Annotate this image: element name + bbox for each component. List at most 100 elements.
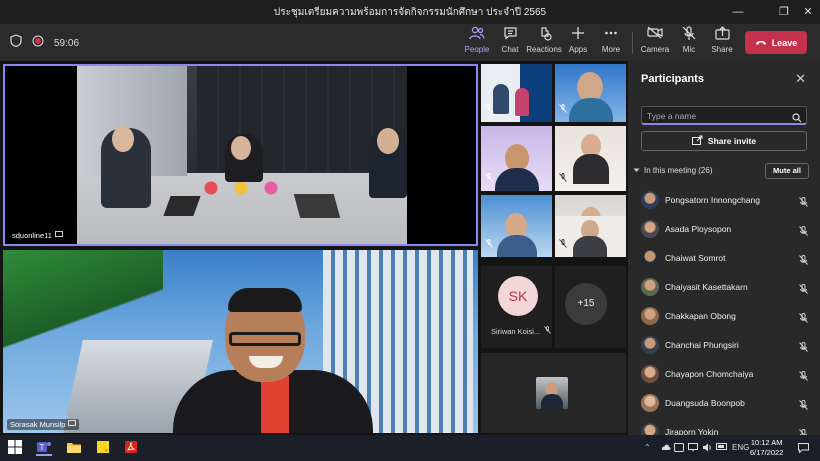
leave-button[interactable]: Leave (745, 31, 807, 54)
chat-label: Chat (501, 45, 519, 54)
camera-button[interactable]: Camera (637, 26, 673, 60)
mic-off-icon (671, 26, 707, 44)
self-video (536, 377, 568, 409)
share-invite-icon (691, 135, 703, 147)
list-item[interactable]: Chaiwat Somrot (628, 245, 820, 274)
sticky-notes-icon[interactable] (96, 440, 112, 456)
mic-off-icon[interactable] (799, 368, 808, 386)
mic-off-icon[interactable] (799, 339, 808, 357)
share-button[interactable]: Share (704, 26, 740, 60)
shield-icon[interactable] (10, 34, 22, 52)
more-icon (593, 26, 629, 44)
mic-button[interactable]: Mic (671, 26, 707, 60)
video-tile-small[interactable] (481, 126, 552, 191)
mic-off-icon[interactable] (799, 310, 808, 328)
avatar (641, 220, 659, 238)
participant-name: Chanchai Phungsiri (665, 340, 739, 350)
reactions-button[interactable]: Reactions (526, 26, 562, 60)
teams-tray-icon[interactable] (674, 443, 684, 454)
video-tile-small[interactable] (481, 195, 552, 257)
file-explorer-icon[interactable] (66, 440, 82, 456)
windows-start-icon[interactable] (8, 440, 24, 456)
list-item[interactable]: Pongsatorn Innongchang (628, 187, 820, 216)
video-tile-small[interactable] (555, 64, 626, 122)
more-label: More (601, 45, 621, 54)
search-icon[interactable] (792, 110, 802, 128)
participant-name: Chaiyasit Kasettakarn (665, 282, 748, 292)
speaker-shirt (261, 376, 289, 433)
camera-off-icon (637, 26, 673, 44)
network-icon[interactable] (688, 443, 698, 454)
mute-all-button[interactable]: Mute all (765, 163, 809, 179)
video-tile-small[interactable] (555, 126, 626, 191)
mic-off-icon[interactable] (799, 223, 808, 241)
apps-icon (560, 26, 596, 44)
self-view-tile[interactable] (481, 353, 626, 433)
close-icon[interactable]: ✕ (794, 3, 820, 21)
window-title: ประชุมเตรียมความพร้อมการจัดกิจกรรมนักศึก… (273, 7, 547, 18)
video-tile-sduonline11[interactable]: sduonline11 (3, 64, 478, 246)
in-meeting-header[interactable]: In this meeting (26) (633, 166, 712, 175)
taskbar: T ⌃ ENG 10:12 AM 6/17/2022 (0, 435, 820, 461)
avatar-tile[interactable]: SK Siriwan Koisi... (481, 266, 552, 348)
share-label: Share (711, 45, 733, 54)
volume-icon[interactable] (702, 443, 712, 454)
list-item[interactable]: Asada Ploysopon (628, 216, 820, 245)
participant-name: Duangsuda Boonpob (665, 398, 745, 408)
phone-hangup-icon (755, 38, 767, 48)
screen-share-icon (55, 231, 63, 240)
close-panel-icon[interactable]: ✕ (795, 71, 806, 87)
battery-icon[interactable] (716, 443, 728, 452)
reactions-icon (526, 26, 562, 44)
more-button[interactable]: More (593, 26, 629, 60)
reactions-label: Reactions (526, 45, 562, 54)
video-tile-small[interactable] (555, 216, 626, 257)
notification-icon[interactable] (798, 443, 809, 455)
participant-name: Chaiwat Somrot (665, 253, 726, 263)
participants-panel: Participants ✕ Share invite In this meet… (628, 61, 820, 441)
mic-off-icon[interactable] (799, 281, 808, 299)
chevron-up-icon[interactable]: ⌃ (644, 443, 651, 452)
mic-label: Mic (682, 45, 696, 54)
language-indicator[interactable]: ENG (732, 443, 749, 452)
mic-off-icon (559, 169, 567, 187)
avatar (641, 365, 659, 383)
list-item[interactable]: Duangsuda Boonpob (628, 390, 820, 419)
panel-title: Participants (641, 73, 704, 85)
acrobat-icon[interactable] (124, 440, 140, 456)
participant-name-tag: Sorasak Munsilp (7, 419, 80, 430)
mic-off-icon[interactable] (799, 252, 808, 270)
toolbar-divider (632, 32, 633, 54)
leave-label: Leave (771, 37, 798, 48)
apps-button[interactable]: Apps (560, 26, 596, 60)
cloud-icon[interactable] (660, 443, 671, 453)
share-icon (704, 26, 740, 44)
clock-date: 6/17/2022 (750, 448, 784, 457)
avatar (641, 307, 659, 325)
mic-off-icon (544, 326, 552, 336)
list-item[interactable]: Chakkapan Obong (628, 303, 820, 332)
participant-name: Chakkapan Obong (665, 311, 736, 321)
chat-button[interactable]: Chat (492, 26, 528, 60)
video-tile-sorasak-munsilp[interactable]: Sorasak Munsilp (3, 250, 478, 433)
mic-off-icon[interactable] (799, 194, 808, 212)
people-button[interactable]: People (459, 26, 495, 63)
video-tile-small[interactable] (481, 64, 552, 122)
list-item[interactable]: Chanchai Phungsiri (628, 332, 820, 361)
avatar (641, 394, 659, 412)
list-item[interactable]: Chaiyasit Kasettakarn (628, 274, 820, 303)
mic-off-icon (485, 100, 493, 118)
recording-icon (32, 34, 44, 52)
share-invite-label: Share invite (707, 136, 757, 146)
list-item[interactable]: Chayapon Chomchaiya (628, 361, 820, 390)
mic-off-icon[interactable] (799, 397, 808, 415)
minimize-icon[interactable]: — (724, 3, 752, 21)
overflow-tile[interactable]: +15 (555, 266, 626, 348)
search-input[interactable] (647, 109, 787, 122)
avatar (641, 336, 659, 354)
share-invite-button[interactable]: Share invite (641, 131, 807, 151)
chevron-down-icon (633, 166, 640, 175)
search-box[interactable] (641, 106, 807, 125)
teams-icon[interactable]: T (36, 440, 52, 456)
taskbar-clock[interactable]: 10:12 AM 6/17/2022 (750, 438, 783, 458)
